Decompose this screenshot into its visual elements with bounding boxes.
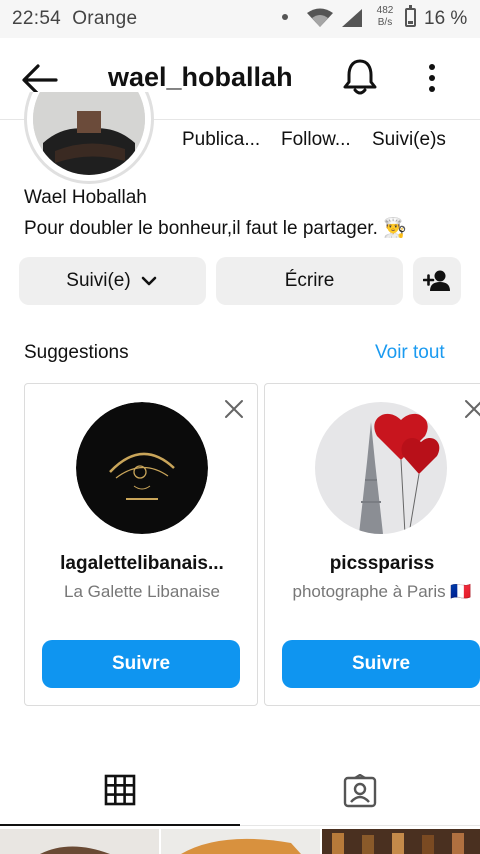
battery-percent: 16 % <box>424 8 468 29</box>
suggestions-title: Suggestions <box>24 342 129 363</box>
add-user-button[interactable] <box>413 257 461 305</box>
see-all-link[interactable]: Voir tout <box>375 342 445 364</box>
more-options-button[interactable] <box>418 60 446 98</box>
following-button-label: Suivi(e) <box>66 270 131 291</box>
notification-dot-icon <box>282 14 288 20</box>
avatar-image <box>33 92 145 175</box>
bell-icon <box>343 59 377 95</box>
tab-posts-grid[interactable] <box>0 760 240 826</box>
follow-button[interactable]: Suivre <box>42 640 240 688</box>
wifi-icon <box>307 8 333 27</box>
paris-balloons-image <box>315 402 447 534</box>
more-vertical-icon <box>429 64 435 92</box>
add-user-icon <box>423 270 450 291</box>
data-rate: 482 B/s <box>371 5 399 29</box>
status-time-carrier: 22:54 Orange <box>12 8 137 30</box>
status-carrier: Orange <box>72 8 138 29</box>
message-button-label: Écrire <box>284 270 335 291</box>
notifications-button[interactable] <box>342 58 380 98</box>
post-thumbnail[interactable] <box>322 829 480 854</box>
data-rate-unit: B/s <box>377 17 393 28</box>
avatar[interactable] <box>24 92 154 184</box>
suggestion-card[interactable]: picsspariss photographe à Paris 🇫🇷 Suivr… <box>264 383 480 706</box>
profile-tabs <box>0 760 480 826</box>
galette-logo-image <box>76 402 208 534</box>
suggestion-card[interactable]: lagalettelibanais... La Galette Libanais… <box>24 383 258 706</box>
battery-icon <box>405 5 416 27</box>
close-icon[interactable] <box>223 398 245 420</box>
follow-button[interactable]: Suivre <box>282 640 480 688</box>
close-icon[interactable] <box>463 398 480 420</box>
page-title: wael_hoballah <box>108 62 293 92</box>
signal-icon <box>342 9 362 27</box>
grid-icon <box>104 774 136 806</box>
suggestion-avatar[interactable] <box>76 402 208 534</box>
bio: Pour doubler le bonheur,il faut le parta… <box>24 218 407 239</box>
followers-stat-label[interactable]: Follow... <box>281 129 351 151</box>
suggestion-username[interactable]: picsspariss <box>265 553 480 575</box>
suggestion-avatar[interactable] <box>315 402 447 534</box>
tab-tagged[interactable] <box>240 760 480 826</box>
data-rate-value: 482 <box>376 5 394 16</box>
posts-stat-label[interactable]: Publica... <box>182 129 260 151</box>
message-button[interactable]: Écrire <box>216 257 403 305</box>
suggestion-subtitle: photographe à Paris 🇫🇷 <box>292 582 472 601</box>
profile-avatar-container <box>24 92 154 184</box>
chevron-down-icon <box>141 276 157 286</box>
follow-button-label: Suivre <box>111 653 171 674</box>
posts-grid <box>0 829 480 854</box>
follow-button-label: Suivre <box>351 653 411 674</box>
status-bar: 22:54 Orange 482 B/s 16 % <box>0 0 480 38</box>
tagged-icon <box>343 774 377 808</box>
suggestion-subtitle: La Galette Libanaise <box>64 582 220 601</box>
post-thumbnail[interactable] <box>161 829 320 854</box>
status-time: 22:54 <box>12 8 62 29</box>
full-name: Wael Hoballah <box>24 187 147 208</box>
suggestion-username[interactable]: lagalettelibanais... <box>25 553 259 575</box>
following-stat-label[interactable]: Suivi(e)s <box>372 129 446 151</box>
following-button[interactable]: Suivi(e) <box>19 257 206 305</box>
post-thumbnail[interactable] <box>0 829 159 854</box>
